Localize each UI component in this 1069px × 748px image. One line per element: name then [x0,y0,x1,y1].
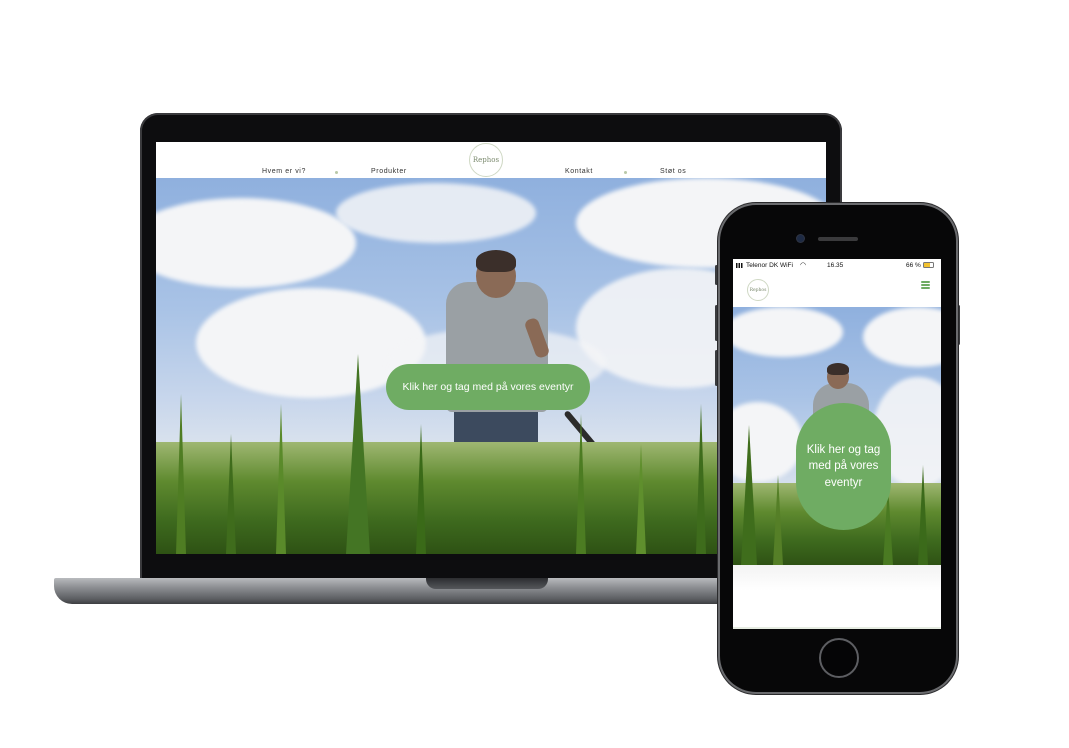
site-header: Hvem er vi? Produkter Rephos Kontakt Stø… [156,142,826,178]
logo-text: Rephos [472,156,500,164]
carrier-label: Telenor DK WiFi [746,262,793,269]
phone-power-button [957,305,960,345]
nav-link-stoet-os[interactable]: Støt os [660,168,686,175]
phone-volume-down [715,350,718,386]
status-time: 16.35 [827,262,844,269]
site-logo[interactable]: Rephos [469,143,503,177]
phone-screen: Telenor DK WiFi ◠ 16.35 66 % Rephos Klik… [733,259,941,629]
battery-icon [923,262,934,268]
grass-blade [741,425,757,565]
status-bar: Telenor DK WiFi ◠ 16.35 66 % [733,259,941,271]
cloud [336,183,536,243]
grass-blade [773,475,783,565]
grass-blade [176,394,186,554]
grass-blade [346,354,370,554]
signal-icon [736,263,744,268]
phone-volume-up [715,305,718,341]
laptop-notch [426,578,548,589]
wifi-icon: ◠ [800,262,807,269]
nav-link-hvem-er-vi[interactable]: Hvem er vi? [262,168,306,175]
grass-blade [918,465,928,565]
hamburger-menu-icon[interactable] [921,281,930,289]
mobile-logo[interactable]: Rephos [747,279,769,301]
man-hair [476,250,516,272]
mobile-cta-adventure-button[interactable]: Klik her og tag med på vores eventyr [796,403,891,530]
content-section [733,565,941,629]
grass-blade [416,424,426,554]
speaker-grille [818,237,858,241]
home-button[interactable] [819,638,859,678]
grass-blade [636,444,646,554]
battery-percent: 66 % [906,262,921,269]
phone-mute-switch [715,265,718,285]
logo-text: Rephos [749,287,767,293]
grass-blade [226,434,236,554]
mobile-hero-image: Klik her og tag med på vores eventyr [733,307,941,565]
nav-link-produkter[interactable]: Produkter [371,168,407,175]
cta-adventure-button[interactable]: Klik her og tag med på vores eventyr [386,364,590,410]
front-camera-icon [797,235,804,242]
man-hair [827,363,849,375]
nav-separator-dot [335,171,338,174]
section-divider [733,627,941,629]
grass-blade [696,404,706,554]
grass-blade [576,414,586,554]
grass-blade [276,404,286,554]
mobile-header: Rephos [733,271,941,307]
nav-link-kontakt[interactable]: Kontakt [565,168,593,175]
nav-separator-dot [624,171,627,174]
